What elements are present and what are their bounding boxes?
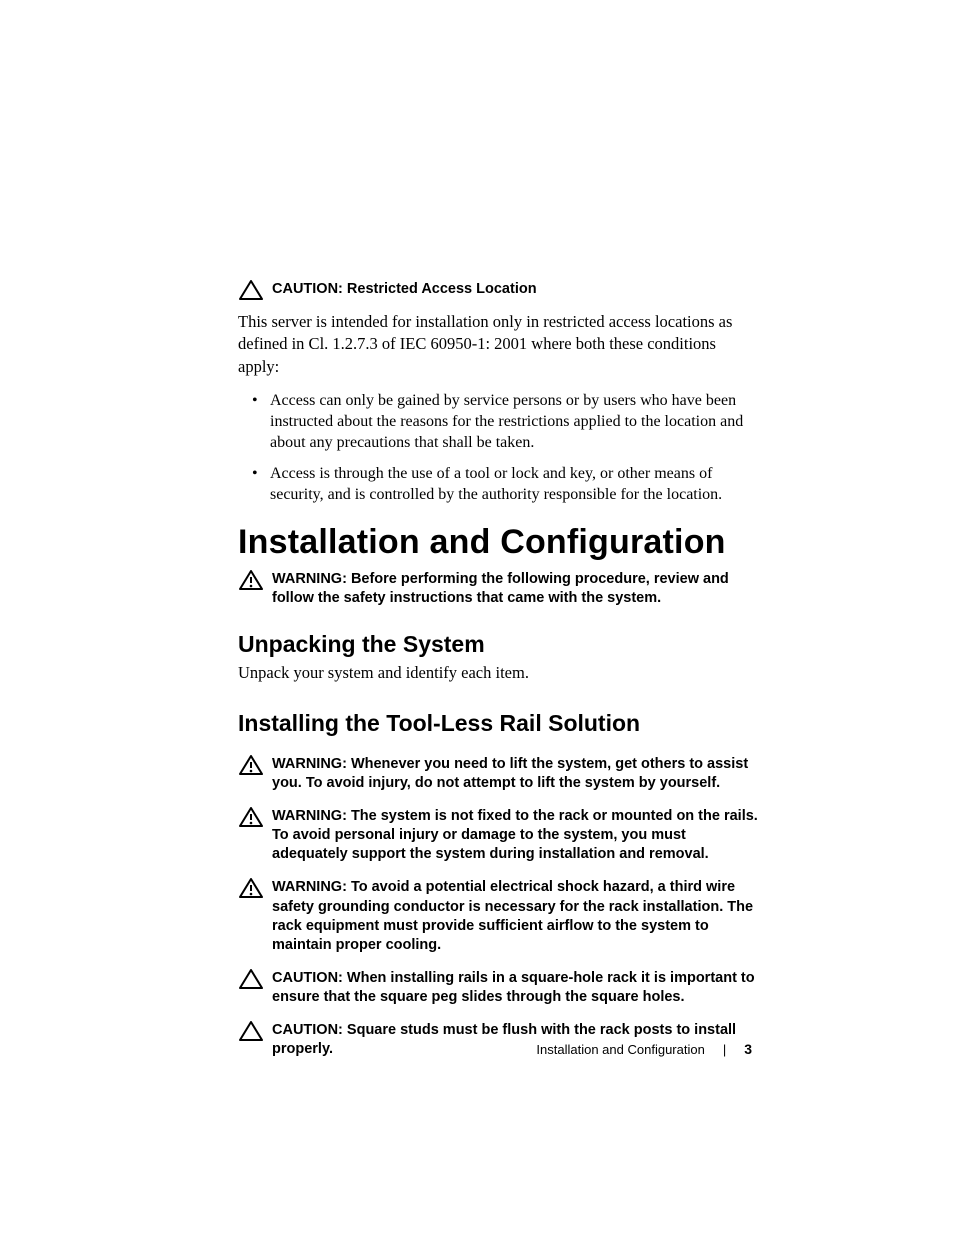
page-footer: Installation and Configuration | 3 (536, 1041, 752, 1057)
warning-electrical-shock: WARNING: To avoid a potential electrical… (238, 878, 759, 955)
warning-label: WARNING: (272, 571, 351, 587)
list-item: Access can only be gained by service per… (270, 390, 759, 453)
footer-section-title: Installation and Configuration (536, 1042, 704, 1057)
heading-rail-solution: Installing the Tool-Less Rail Solution (238, 710, 759, 737)
document-page: CAUTION: Restricted Access Location This… (0, 0, 954, 1235)
intro-paragraph: This server is intended for installation… (238, 311, 759, 378)
warning-label: WARNING: (272, 808, 351, 824)
warning-label: WARNING: (272, 756, 351, 772)
heading-unpacking: Unpacking the System (238, 631, 759, 658)
warning-support-system: WARNING: The system is not fixed to the … (238, 807, 759, 864)
warning-triangle-icon (238, 754, 266, 776)
caution-triangle-icon (238, 279, 266, 301)
caution-body: Restricted Access Location (347, 281, 537, 297)
warning-text: WARNING: Whenever you need to lift the s… (272, 755, 759, 793)
warning-triangle-icon (238, 569, 266, 591)
conditions-list: Access can only be gained by service per… (238, 390, 759, 506)
heading-installation-configuration: Installation and Configuration (238, 523, 759, 562)
warning-text: WARNING: Before performing the following… (272, 570, 759, 608)
warning-text: WARNING: To avoid a potential electrical… (272, 878, 759, 955)
footer-separator: | (723, 1042, 726, 1057)
list-item: Access is through the use of a tool or l… (270, 463, 759, 505)
warning-lift-assist: WARNING: Whenever you need to lift the s… (238, 755, 759, 793)
caution-label: CAUTION: (272, 1022, 343, 1038)
warning-triangle-icon (238, 806, 266, 828)
caution-text: CAUTION: Restricted Access Location (272, 280, 759, 299)
caution-triangle-icon (238, 1020, 266, 1042)
warning-label: WARNING: (272, 879, 351, 895)
caution-restricted-access: CAUTION: Restricted Access Location (238, 280, 759, 301)
footer-page-number: 3 (744, 1041, 752, 1057)
warning-text: WARNING: The system is not fixed to the … (272, 807, 759, 864)
unpack-paragraph: Unpack your system and identify each ite… (238, 662, 759, 684)
caution-triangle-icon (238, 968, 266, 990)
caution-text: CAUTION: When installing rails in a squa… (272, 969, 759, 1007)
caution-body: When installing rails in a square-hole r… (272, 970, 755, 1005)
warning-triangle-icon (238, 877, 266, 899)
caution-label: CAUTION: (272, 281, 343, 297)
warning-review-safety: WARNING: Before performing the following… (238, 570, 759, 608)
caution-square-hole-rack: CAUTION: When installing rails in a squa… (238, 969, 759, 1007)
caution-label: CAUTION: (272, 970, 343, 986)
